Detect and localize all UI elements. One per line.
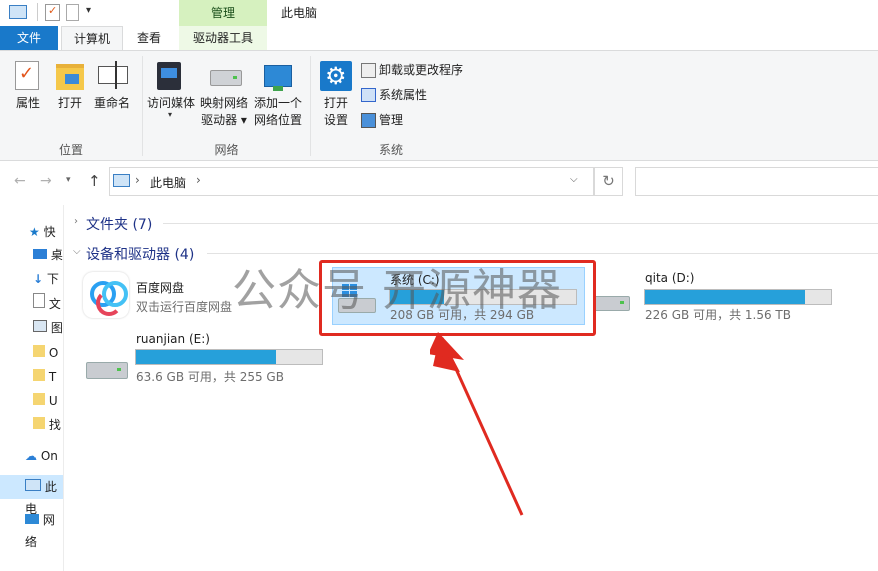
add-network-label-2: 网络位置 — [253, 113, 302, 127]
drive-e-name[interactable]: ruanjian (E:) — [136, 332, 210, 346]
system-properties-icon — [361, 88, 376, 102]
rename-button[interactable]: 重命名 — [88, 95, 136, 112]
section-expand-chevron-icon[interactable]: › — [74, 216, 78, 227]
section-folders[interactable]: 文件夹 (7) — [86, 214, 152, 234]
group-label-network: 网络 — [214, 143, 239, 157]
section-collapse-chevron-icon[interactable]: ⌵ — [73, 246, 81, 257]
nav-documents[interactable]: 文 — [33, 293, 61, 315]
new-folder-quick-icon[interactable] — [66, 4, 79, 21]
tab-view[interactable]: 查看 — [124, 26, 174, 50]
add-network-location-button[interactable]: 添加一个 网络位置 — [252, 95, 304, 129]
window-title: 此电脑 — [281, 6, 318, 20]
search-input[interactable] — [635, 167, 878, 196]
nav-onedrive[interactable]: ☁ On — [25, 445, 58, 467]
nav-this-pc[interactable]: 此电 — [25, 476, 63, 516]
back-arrow-icon[interactable]: ← — [14, 173, 26, 189]
network-location-icon — [264, 65, 292, 91]
drive-e-subtext: 63.6 GB 可用，共 255 GB — [136, 370, 284, 384]
open-folder-icon — [56, 64, 84, 90]
add-network-label-1: 添加一个 — [253, 96, 302, 110]
nav-folder-find[interactable]: 找 — [33, 414, 61, 436]
address-dropdown-icon[interactable]: ⌵ — [570, 174, 578, 185]
hard-drive-icon[interactable] — [86, 356, 128, 380]
map-drive-icon — [210, 70, 242, 86]
annotation-arrow — [430, 332, 524, 516]
map-drive-label-1: 映射网络 — [199, 96, 248, 110]
navigation-pane: ★ 快 桌 ↓ 下 文 图 O T U 找 ☁ On 此电 网络 — [0, 205, 63, 571]
refresh-button[interactable]: ↻ — [594, 167, 623, 196]
drive-e-usage-bar — [135, 349, 323, 365]
breadcrumb-this-pc[interactable]: 此电脑 — [150, 174, 186, 191]
drive-d-subtext: 226 GB 可用，共 1.56 TB — [645, 308, 791, 322]
system-properties-label: 系统属性 — [379, 88, 428, 102]
properties-quick-icon[interactable]: ✓ — [45, 4, 60, 21]
forward-arrow-icon[interactable]: → — [40, 173, 52, 189]
open-button[interactable]: 打开 — [50, 95, 90, 112]
drive-d-usage-bar — [644, 289, 832, 305]
annotation-highlight-box — [319, 260, 596, 336]
open-settings-button[interactable]: 打开 设置 — [314, 95, 358, 129]
baidu-netdisk-icon — [83, 272, 129, 318]
manage-label: 管理 — [379, 113, 404, 127]
open-settings-label-1: 打开 — [323, 96, 348, 110]
address-bar[interactable]: › 此电脑 › ⌵ — [109, 167, 594, 196]
nav-label: 快 — [43, 225, 56, 239]
nav-label: O — [48, 346, 59, 360]
breadcrumb-chevron-icon[interactable]: › — [135, 173, 140, 187]
drive-d-name[interactable]: qita (D:) — [645, 271, 694, 285]
uninstall-icon — [361, 63, 376, 78]
nav-quick-access[interactable]: ★ 快 — [29, 221, 56, 243]
nav-folder-u[interactable]: U — [33, 390, 58, 412]
nav-label: 下 — [46, 272, 59, 286]
media-icon — [157, 62, 181, 90]
rename-icon — [98, 61, 128, 89]
device-name: 百度网盘 — [136, 281, 185, 295]
properties-icon: ✓ — [15, 61, 39, 90]
nav-label: 文 — [48, 297, 61, 311]
manage-icon — [361, 113, 376, 128]
gear-icon: ⚙ — [320, 61, 352, 91]
nav-label: U — [48, 394, 58, 408]
nav-label: On — [40, 449, 58, 463]
breadcrumb-chevron-icon[interactable]: › — [196, 173, 201, 187]
uninstall-label: 卸载或更改程序 — [379, 63, 464, 77]
tab-computer[interactable]: 计算机 — [61, 26, 123, 51]
hard-drive-icon — [594, 290, 630, 311]
nav-label: 找 — [48, 418, 61, 432]
chevron-down-icon: ▾ — [168, 110, 173, 119]
section-divider — [163, 223, 878, 224]
group-label-system: 系统 — [378, 143, 403, 157]
title-bar — [0, 0, 878, 26]
tab-drive-tools[interactable]: 驱动器工具 — [179, 26, 267, 50]
tab-file[interactable]: 文件 — [0, 26, 58, 50]
customize-toolbar-icon[interactable]: ▾ — [86, 5, 91, 16]
open-settings-label-2: 设置 — [323, 113, 348, 127]
nav-desktop[interactable]: 桌 — [33, 244, 63, 266]
nav-folder-o[interactable]: O — [33, 342, 58, 364]
nav-label: 桌 — [50, 248, 63, 262]
up-arrow-icon[interactable]: ↑ — [88, 172, 101, 190]
nav-pictures[interactable]: 图 — [33, 317, 63, 339]
nav-downloads[interactable]: ↓ 下 — [33, 268, 59, 290]
manage-context-label[interactable]: 管理 — [179, 0, 267, 26]
map-drive-button[interactable]: 映射网络 驱动器 ▾ — [196, 95, 252, 129]
divider — [37, 3, 38, 21]
drive-d-usage-fill — [645, 290, 805, 304]
recent-chevron-icon[interactable]: ▾ — [66, 175, 71, 185]
properties-button[interactable]: 属性 — [8, 95, 48, 112]
group-label-location: 位置 — [58, 143, 83, 157]
section-devices[interactable]: 设备和驱动器 (4) — [86, 244, 194, 264]
nav-folder-t[interactable]: T — [33, 366, 56, 388]
computer-icon — [113, 174, 130, 187]
drive-e-usage-fill — [136, 350, 276, 364]
nav-label: 图 — [50, 321, 63, 335]
device-subtext: 双击运行百度网盘 — [136, 300, 233, 314]
nav-network[interactable]: 网络 — [25, 509, 63, 549]
pane-divider — [63, 205, 64, 571]
nav-label: T — [48, 370, 57, 384]
map-drive-label-2: 驱动器 ▾ — [201, 113, 247, 127]
computer-icon — [9, 5, 27, 19]
